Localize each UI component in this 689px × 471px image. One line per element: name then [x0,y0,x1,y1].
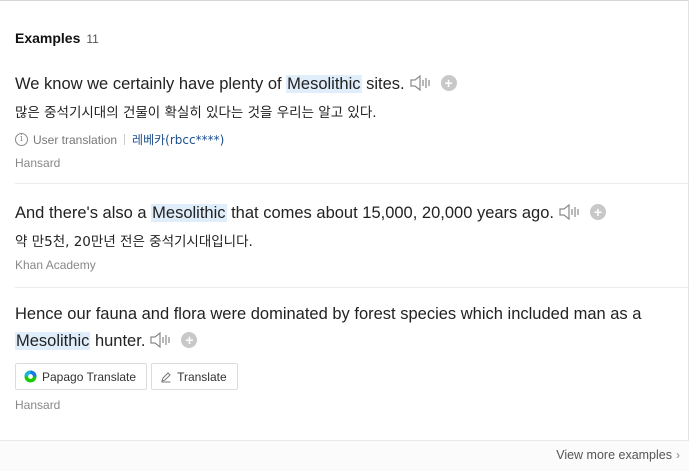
papago-icon [24,370,37,383]
example-item: We know we certainly have plenty of Meso… [15,71,689,170]
example-sentence: Hence our fauna and flora were dominated… [15,301,675,355]
sentence-text: We know we certainly have plenty of [15,75,287,93]
translate-buttons: Papago Translate Translate [15,363,689,390]
example-source: Hansard [15,398,61,412]
info-icon[interactable]: i [15,133,28,146]
section-title: Examples [15,30,81,46]
example-sentence: We know we certainly have plenty of Meso… [15,71,675,98]
translate-label: Translate [177,369,227,384]
example-translation: 약 만5천, 20만년 전은 중석기시대입니다. [15,234,253,250]
add-to-wordbook-icon[interactable]: + [590,203,606,220]
sentence-text: sites. [361,75,405,93]
examples-count: 11 [86,32,99,46]
example-translation: 많은 중석기시대의 건물이 확실히 있다는 것을 우리는 알고 있다. [15,105,377,121]
pencil-icon [160,371,172,383]
examples-header: Examples 11 [15,30,99,46]
meta-separator [124,134,126,145]
speaker-icon[interactable] [149,330,173,350]
view-more-label: View more examples [556,448,672,462]
translator-link[interactable]: 레베카(rbcc****) [132,131,224,148]
translate-button[interactable]: Translate [151,363,238,390]
sentence-text: Hence our fauna and flora were dominated… [15,305,642,323]
speaker-icon[interactable] [409,73,433,93]
example-sentence: And there's also a Mesolithic that comes… [15,200,675,227]
sentence-text: that comes about 15,000, 20,000 years ag… [226,204,554,222]
example-item: And there's also a Mesolithic that comes… [15,200,689,272]
divider [15,287,689,288]
translation-type: User translation [33,132,118,147]
example-item: Hence our fauna and flora were dominated… [15,301,689,412]
highlighted-term[interactable]: Mesolithic [151,204,227,222]
highlighted-term[interactable]: Mesolithic [286,75,362,93]
sentence-text: And there's also a [15,204,152,222]
speaker-icon[interactable] [558,202,582,222]
highlighted-term[interactable]: Mesolithic [15,332,91,350]
papago-translate-button[interactable]: Papago Translate [15,363,148,390]
divider [15,183,689,184]
view-more-examples-link[interactable]: View more examples › [556,448,680,462]
add-to-wordbook-icon[interactable]: + [181,331,198,348]
top-border [0,0,689,1]
papago-translate-label: Papago Translate [42,369,137,384]
sentence-text: hunter. [90,332,146,350]
translation-meta: i User translation 레베카(rbcc****) [15,131,689,148]
add-to-wordbook-icon[interactable]: + [440,74,457,91]
chevron-right-icon: › [676,448,680,462]
example-source: Khan Academy [15,258,96,272]
example-source: Hansard [15,156,61,170]
examples-footer: View more examples › [0,440,689,471]
